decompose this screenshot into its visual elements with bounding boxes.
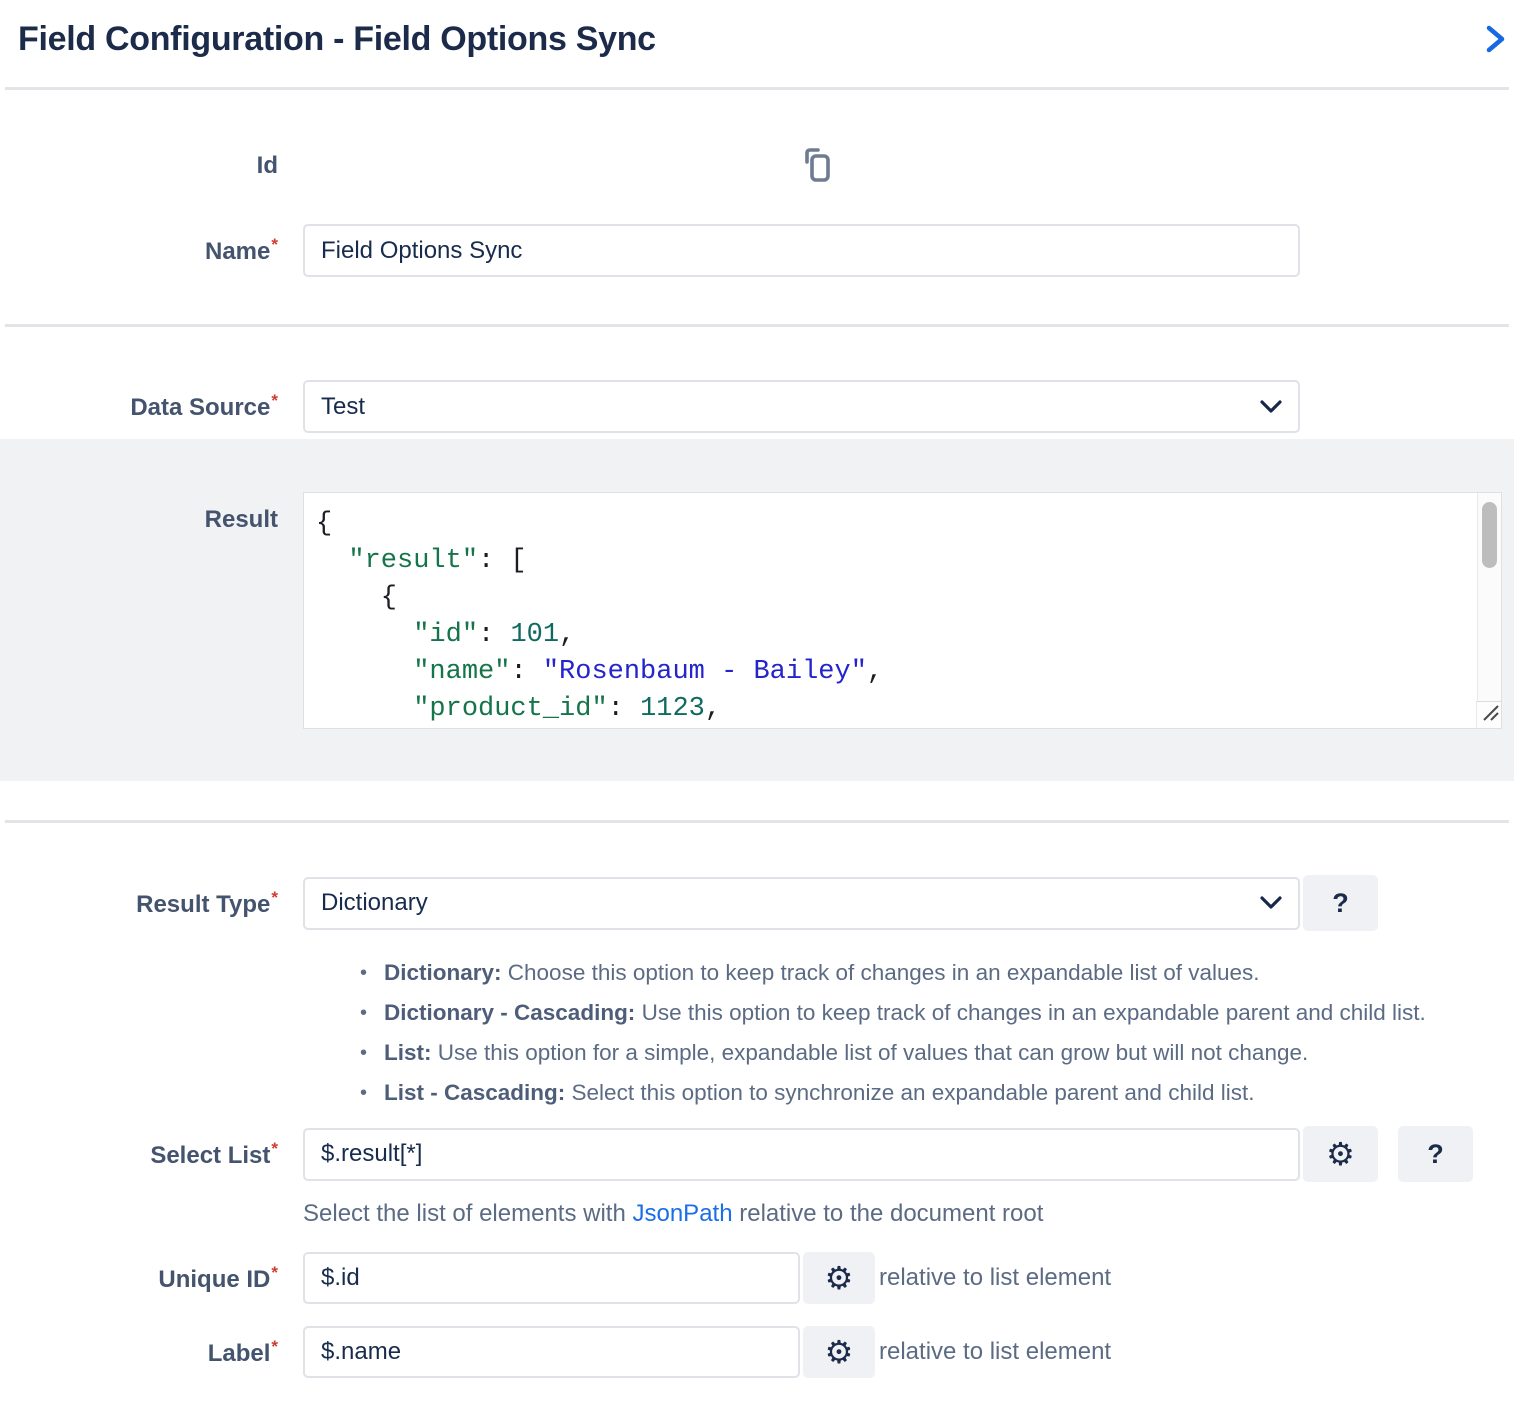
data-source-selected-value: Test <box>321 393 365 421</box>
result-type-option: Dictionary: Choose this option to keep t… <box>358 953 1514 993</box>
result-type-label: Result Type <box>136 891 270 918</box>
result-section: Result { "result": [ { "id": 101, "name"… <box>0 439 1514 781</box>
label-settings-button[interactable]: ⚙ <box>803 1326 875 1378</box>
code-line: "result": [ <box>316 543 1461 580</box>
unique-id-label: Unique ID <box>158 1266 270 1293</box>
section-divider <box>5 820 1509 823</box>
required-asterisk: * <box>271 391 278 410</box>
result-type-option: List - Cascading: Select this option to … <box>358 1073 1514 1113</box>
name-label: Name <box>205 238 270 265</box>
result-type-row: Result Type* Dictionary ? <box>0 875 1514 931</box>
result-type-option: Dictionary - Cascading: Use this option … <box>358 993 1514 1033</box>
chevron-down-icon <box>1260 889 1282 917</box>
code-line: { <box>316 580 1461 617</box>
collapse-panel-button[interactable] <box>1482 22 1510 59</box>
unique-id-input[interactable] <box>303 1252 800 1304</box>
select-list-settings-button[interactable]: ⚙ <box>1303 1126 1378 1182</box>
data-source-row: Data Source* Test <box>0 380 1514 433</box>
required-asterisk: * <box>271 1337 278 1356</box>
result-type-help-button[interactable]: ? <box>1303 875 1378 931</box>
copy-icon <box>803 146 831 187</box>
data-source-label: Data Source <box>130 394 270 421</box>
required-asterisk: * <box>271 235 278 254</box>
result-type-selected-value: Dictionary <box>321 889 428 917</box>
scrollbar-track[interactable] <box>1477 493 1501 701</box>
result-type-options: Dictionary: Choose this option to keep t… <box>358 953 1514 1113</box>
copy-id-button[interactable] <box>803 146 831 187</box>
panel-header: Field Configuration - Field Options Sync <box>0 0 1514 87</box>
gear-icon: ⚙ <box>825 1336 854 1368</box>
label-hint: relative to list element <box>879 1338 1111 1366</box>
result-type-option: List: Use this option for a simple, expa… <box>358 1033 1514 1073</box>
code-line: "id": 101, <box>316 617 1461 654</box>
gear-icon: ⚙ <box>1326 1138 1355 1170</box>
section-divider <box>5 324 1509 327</box>
select-list-hint: Select the list of elements with JsonPat… <box>303 1200 1514 1228</box>
code-line: "name": "Rosenbaum - Bailey", <box>316 654 1461 691</box>
jsonpath-link[interactable]: JsonPath <box>632 1200 732 1227</box>
id-label: Id <box>0 152 278 180</box>
unique-id-row: Unique ID* ⚙ relative to list element <box>0 1252 1514 1304</box>
id-row: Id <box>0 146 1514 186</box>
select-list-row: Select List* ⚙ ? <box>0 1126 1514 1182</box>
unique-id-settings-button[interactable]: ⚙ <box>803 1252 875 1304</box>
gear-icon: ⚙ <box>825 1262 854 1294</box>
data-source-select[interactable]: Test <box>303 380 1300 433</box>
hint-text: relative to the document root <box>733 1200 1044 1227</box>
scrollbar-thumb[interactable] <box>1482 502 1497 568</box>
resize-handle[interactable] <box>1476 701 1501 728</box>
name-input[interactable] <box>303 224 1300 277</box>
result-code-viewer[interactable]: { "result": [ { "id": 101, "name": "Rose… <box>303 492 1502 729</box>
code-line: "product_id": 1123, <box>316 691 1461 728</box>
select-list-input[interactable] <box>303 1128 1300 1181</box>
required-asterisk: * <box>271 1263 278 1282</box>
hint-text: Select the list of elements with <box>303 1200 632 1227</box>
label-input[interactable] <box>303 1326 800 1378</box>
chevron-down-icon <box>1260 393 1282 421</box>
required-asterisk: * <box>271 888 278 907</box>
label-row: Label* ⚙ relative to list element <box>0 1326 1514 1378</box>
resize-grip-icon <box>1479 701 1501 728</box>
code-line: { <box>316 506 1461 543</box>
result-type-select[interactable]: Dictionary <box>303 877 1300 930</box>
result-label: Result <box>0 506 278 534</box>
label-field-label: Label <box>208 1340 271 1367</box>
page-title: Field Configuration - Field Options Sync <box>18 20 656 58</box>
select-list-help-button[interactable]: ? <box>1398 1126 1473 1182</box>
chevron-right-icon <box>1484 42 1508 57</box>
header-divider <box>5 87 1509 90</box>
name-row: Name* <box>0 224 1514 277</box>
result-row: Result { "result": [ { "id": 101, "name"… <box>0 492 1514 729</box>
select-list-label: Select List <box>150 1142 270 1169</box>
result-code: { "result": [ { "id": 101, "name": "Rose… <box>304 493 1501 728</box>
required-asterisk: * <box>271 1139 278 1158</box>
unique-id-hint: relative to list element <box>879 1264 1111 1292</box>
